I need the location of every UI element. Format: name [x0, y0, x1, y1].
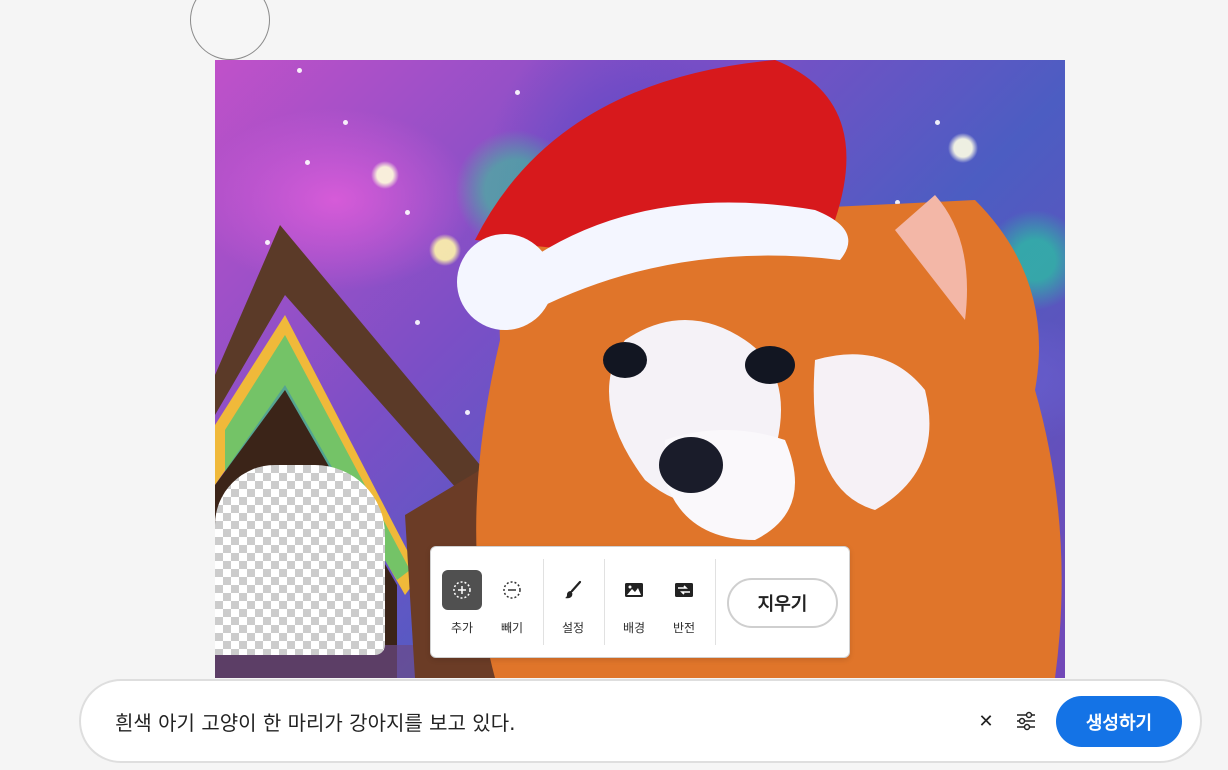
tool-subtract[interactable]: 빼기	[487, 547, 537, 657]
prompt-bar: 흰색 아기 고양이 한 마리가 강아지를 보고 있다. ✕ 생성하기	[79, 679, 1202, 763]
prompt-input[interactable]: 흰색 아기 고양이 한 마리가 강아지를 보고 있다.	[115, 707, 515, 736]
subtract-selection-icon	[492, 570, 532, 610]
clear-prompt-button[interactable]: ✕	[973, 707, 999, 735]
invert-icon	[664, 570, 704, 610]
selection-toolbar: 추가 빼기 설정 배경 반전 지우기	[430, 546, 850, 658]
tool-brush-label: 설정	[561, 621, 585, 635]
tool-add[interactable]: 추가	[437, 547, 487, 657]
tool-subtract-label: 빼기	[500, 621, 524, 635]
toolbar-divider	[604, 559, 605, 645]
add-selection-icon	[442, 570, 482, 610]
tool-add-label: 추가	[450, 621, 474, 635]
tool-invert-label: 반전	[672, 621, 696, 635]
image-background-icon	[614, 570, 654, 610]
tool-invert[interactable]: 반전	[659, 547, 709, 657]
sliders-icon	[1017, 711, 1035, 731]
generate-button[interactable]: 생성하기	[1056, 696, 1182, 747]
tool-background-label: 배경	[622, 621, 646, 635]
brush-icon	[553, 570, 593, 610]
prompt-settings-button[interactable]	[1013, 708, 1039, 734]
erase-button[interactable]: 지우기	[727, 578, 838, 628]
toolbar-divider	[543, 559, 544, 645]
tool-background[interactable]: 배경	[609, 547, 659, 657]
erased-transparent-area	[215, 465, 385, 655]
tool-brush-settings[interactable]: 설정	[548, 547, 598, 657]
brush-cursor	[190, 0, 270, 60]
toolbar-divider	[715, 559, 716, 645]
close-icon: ✕	[978, 710, 994, 732]
